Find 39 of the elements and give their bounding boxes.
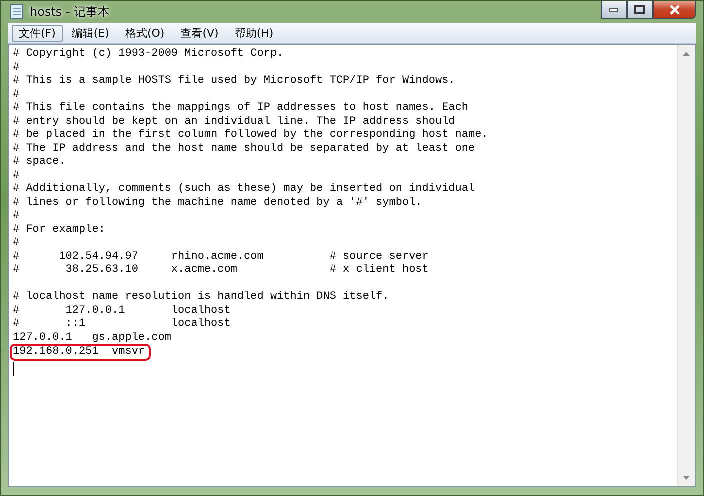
menu-item[interactable]: 编辑(E) (64, 24, 116, 42)
text-line: # 38.25.63.10 x.acme.com # x client host (13, 264, 429, 278)
close-icon (668, 4, 680, 14)
text-line: # 102.54.94.97 rhino.acme.com # source server (13, 250, 429, 264)
text-line: # be placed in the first column followed by the corresponding host name. (13, 129, 488, 142)
menu-item[interactable]: 格式(O) (118, 24, 172, 42)
minimize-icon (609, 6, 619, 12)
maximize-button[interactable] (627, 1, 653, 19)
highlighted-line: 192.168.0.251 vmsvr (10, 344, 152, 361)
text-line: # space. (13, 156, 66, 170)
text-line: # entry should be kept on an individual line. The IP address should (13, 116, 456, 129)
notepad-icon (10, 4, 24, 20)
down-arrow-icon (683, 476, 690, 480)
menu-item[interactable]: 帮助(H) (228, 24, 281, 42)
text-line: # (13, 170, 20, 183)
text-line: # 127.0.0.1 localhost (13, 304, 231, 318)
text-line: # For example: (13, 224, 106, 237)
text-line: # Additionally, comments (such as these) may be inserted on individual (13, 183, 476, 196)
text-line: 127.0.0.1 gs.apple.com (13, 332, 172, 345)
text-line: # (13, 88, 20, 102)
up-arrow-icon (683, 52, 690, 56)
window-title: hosts - 记事本 (30, 4, 110, 20)
text-line: # localhost name resolution is handled within DNS itself. (13, 291, 390, 304)
text-line: # ::1 localhost (13, 318, 231, 332)
minimize-button[interactable] (601, 1, 627, 19)
menu-item[interactable]: 查看(V) (174, 24, 226, 42)
text-cursor (13, 362, 14, 376)
text-line: # This file contains the mappings of IP addresses to host names. Each (13, 102, 468, 116)
text-line: # lines or following the machine name denoted by a '#' symbol. (13, 196, 422, 210)
text-line: # This is a sample HOSTS file used by Microsoft TCP/IP for Windows. (13, 75, 456, 88)
close-button[interactable] (653, 1, 696, 19)
text-line: # Copyright (c) 1993-2009 Microsoft Corp. (13, 48, 284, 62)
menu-item[interactable]: 文件(F) (12, 24, 63, 42)
text-line: # (13, 237, 20, 250)
text-line: # The IP address and the host name should be separated by at least one (13, 142, 476, 156)
scrollbar[interactable] (677, 45, 695, 486)
maximize-icon (634, 4, 646, 14)
text-line: # (13, 62, 20, 75)
text-line: # (13, 210, 20, 224)
